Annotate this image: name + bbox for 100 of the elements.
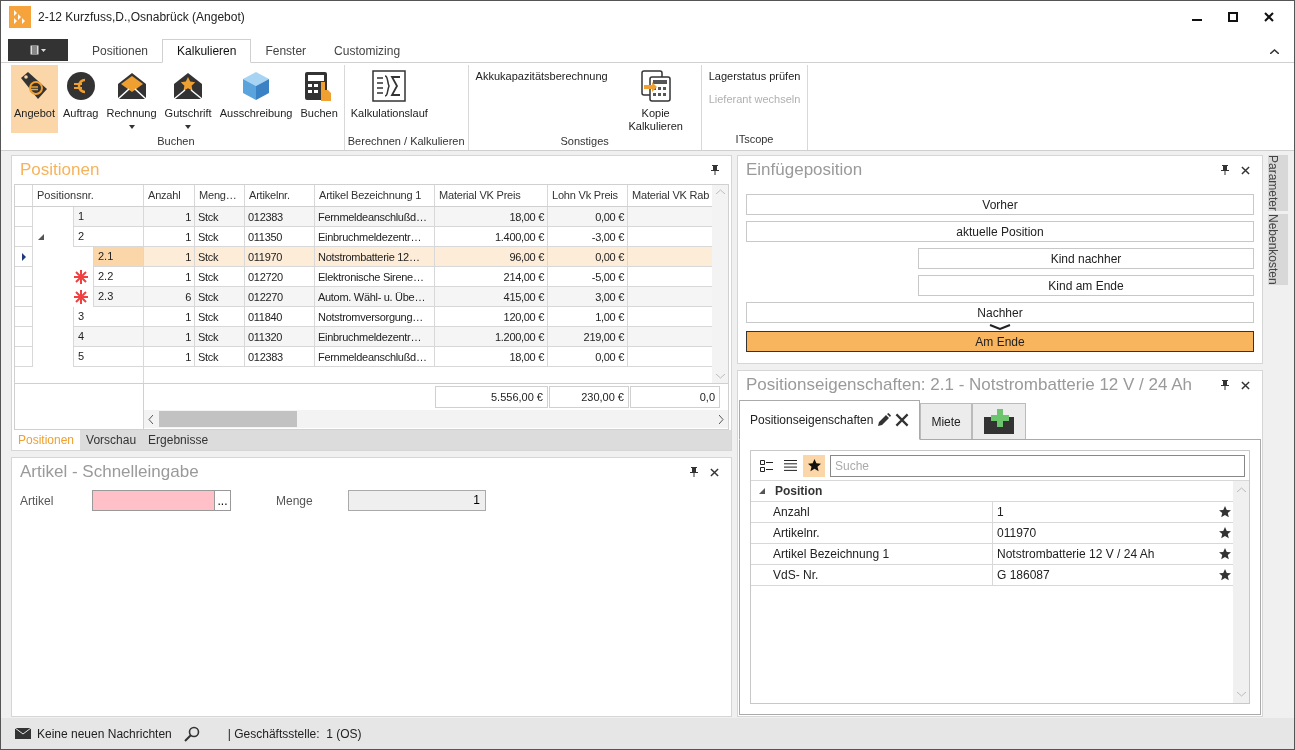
star-icon[interactable] [1219,527,1231,539]
table-row[interactable]: 2 1 Stck 011350 Einbruchmeldezentr… 1.400,00 € -3,00 € [15,227,713,247]
status-messages: Keine neuen Nachrichten [37,725,172,743]
pencil-icon[interactable] [877,413,892,427]
side-tab[interactable]: Parameter [1268,155,1288,212]
ribbon-link[interactable]: Lagerstatus prüfen [708,65,801,88]
close-icon[interactable] [895,413,910,427]
column-header[interactable]: Anzahl [144,185,195,206]
insert-option-button[interactable]: Vorher [746,194,1254,215]
ribbon-button[interactable]: Auftrag [60,65,102,133]
table-cell: 1 [73,207,143,227]
article-field[interactable]: ... [92,490,231,511]
table-cell: 3 [73,307,143,327]
scrollbar-thumb[interactable] [159,411,297,427]
star-icon[interactable] [1219,569,1231,581]
side-tab[interactable]: Nebenkosten [1268,214,1288,285]
column-header[interactable]: Artikel Bezeichnung 1 [315,185,435,206]
table-row[interactable]: 4 1 Stck 011320 Einbruchmeldezentr… 1.200,00 € 219,00 € [15,327,713,347]
app-menu-button[interactable] [8,39,68,61]
property-value[interactable]: 1 [993,502,1219,522]
expand-triangle-icon[interactable] [759,488,765,494]
calculator-copy-icon [639,70,672,102]
menu-icon [30,45,46,55]
column-header[interactable]: Positionsnr. [33,185,144,206]
scroll-left-icon[interactable] [148,414,153,424]
property-tab[interactable]: Positionseigenschaften [739,400,921,440]
ribbon-group-label: Buchen [156,134,196,149]
close-icon[interactable] [1241,165,1250,175]
search-field[interactable]: Suche [830,454,1245,477]
folder-plus-icon [982,408,1015,435]
table-row[interactable]: 3 1 Stck 011840 Notstromversorgung… 120,00 € 1,00 € [15,307,713,327]
ribbon-button[interactable]: Kalkulationslauf [347,65,431,133]
asterisk-icon [74,290,88,304]
star-icon[interactable] [1219,548,1231,560]
dropdown-caret-icon [185,125,192,129]
view-tab[interactable]: Vorschau [80,430,143,450]
collapse-ribbon-icon[interactable] [1270,49,1279,54]
ribbon-tab[interactable]: Fenster [251,39,321,63]
insert-option-button[interactable]: Kind nachher [918,248,1254,269]
table-cell: Fernmeldeanschlußd… [315,347,435,367]
ribbon-tab[interactable]: Positionen [78,39,163,63]
table-row[interactable]: 2.3 6 Stck 012270 Autom. Wähl- u. Übe… 415,00 € 3,00 € [15,287,713,307]
ribbon-tab[interactable]: Customizing [320,39,415,63]
scroll-right-icon[interactable] [719,414,724,424]
panel-title: Positionseigenschaften: 2.1 - Notstrombatterie 12 V / 24 Ah [746,374,1193,397]
chevron-down-icon [989,324,1011,330]
ribbon-button[interactable]: Gutschrift [161,65,215,133]
euro-coin-icon [64,70,97,102]
panel-title: Artikel - Schnelleingabe [20,461,199,484]
horizontal-scrollbar[interactable] [144,410,728,428]
total-field: 230,00 € [549,386,629,408]
pin-icon[interactable] [690,467,698,477]
star-icon[interactable] [1219,506,1231,518]
expand-triangle-icon[interactable] [38,234,44,240]
table-row[interactable]: 5 1 Stck 012383 Fernmeldeanschlußd… 18,00 € 0,00 € [15,347,713,367]
ribbon-button[interactable]: Ausschreibung [216,65,296,133]
search-icon[interactable] [183,725,200,742]
property-value[interactable]: 011970 [993,523,1219,543]
quantity-field[interactable]: 1 [348,490,486,511]
window-title: 2-12 Kurzfuss,D.,Osnabrück (Angebot) [38,9,245,26]
field-label: Artikel [20,492,55,510]
envelope-icon [115,70,148,102]
column-header[interactable]: Meng… [195,185,245,206]
ribbon-button[interactable]: Kopie Kalkulieren [613,65,698,133]
insert-option-button[interactable]: Am Ende [746,331,1254,352]
property-value[interactable]: Notstrombatterie 12 V / 24 Ah [993,544,1219,564]
ribbon-button[interactable]: Angebot [11,65,58,133]
insert-option-button[interactable]: Kind am Ende [918,275,1254,296]
browse-button[interactable]: ... [214,491,230,510]
close-icon[interactable] [710,467,719,477]
column-header[interactable]: Artikelnr. [245,185,315,206]
ribbon-group-label: Sonstiges [559,134,610,149]
envelope-star-icon [172,70,205,102]
pin-icon[interactable] [711,165,719,175]
column-header[interactable]: Material VK Preis [435,185,548,206]
ribbon-button[interactable]: Rechnung [103,65,160,133]
table-row[interactable]: 2.1 1 Stck 011970 Notstrombatterie 12… 96,00 € 0,00 € [15,247,713,267]
close-icon[interactable] [1241,380,1250,390]
ribbon-link[interactable]: Akkukapazitätsberechnung [475,65,608,88]
pin-icon[interactable] [1221,165,1229,175]
table-cell: 1 [144,347,195,367]
panel-title: Positionen [20,159,100,182]
close-icon[interactable] [1264,12,1274,22]
view-tab[interactable]: Ergebnisse [142,430,215,450]
table-cell: Stck [195,347,245,367]
ribbon-button[interactable]: Buchen [297,65,341,133]
insert-option-button[interactable]: Nachher [746,302,1254,323]
column-header[interactable]: Lohn Vk Preis [548,185,628,206]
table-cell: 5 [73,347,143,367]
ribbon-tab[interactable]: Kalkulieren [162,39,252,63]
table-row[interactable]: 1 1 Stck 012383 Fernmeldeanschlußd… 18,00 € 0,00 € [15,207,713,227]
total-field: 0,0 [630,386,720,408]
property-tab[interactable]: Miete [920,403,972,440]
maximize-icon[interactable] [1228,12,1238,22]
pin-icon[interactable] [1221,380,1229,390]
table-cell: 18,00 € [435,347,548,367]
insert-option-button[interactable]: aktuelle Position [746,221,1254,242]
property-value[interactable]: G 186087 [993,565,1219,585]
property-tab[interactable] [971,403,1026,440]
table-row[interactable]: 2.2 1 Stck 012720 Elektronische Sirene… 214,00 € -5,00 € [15,267,713,287]
